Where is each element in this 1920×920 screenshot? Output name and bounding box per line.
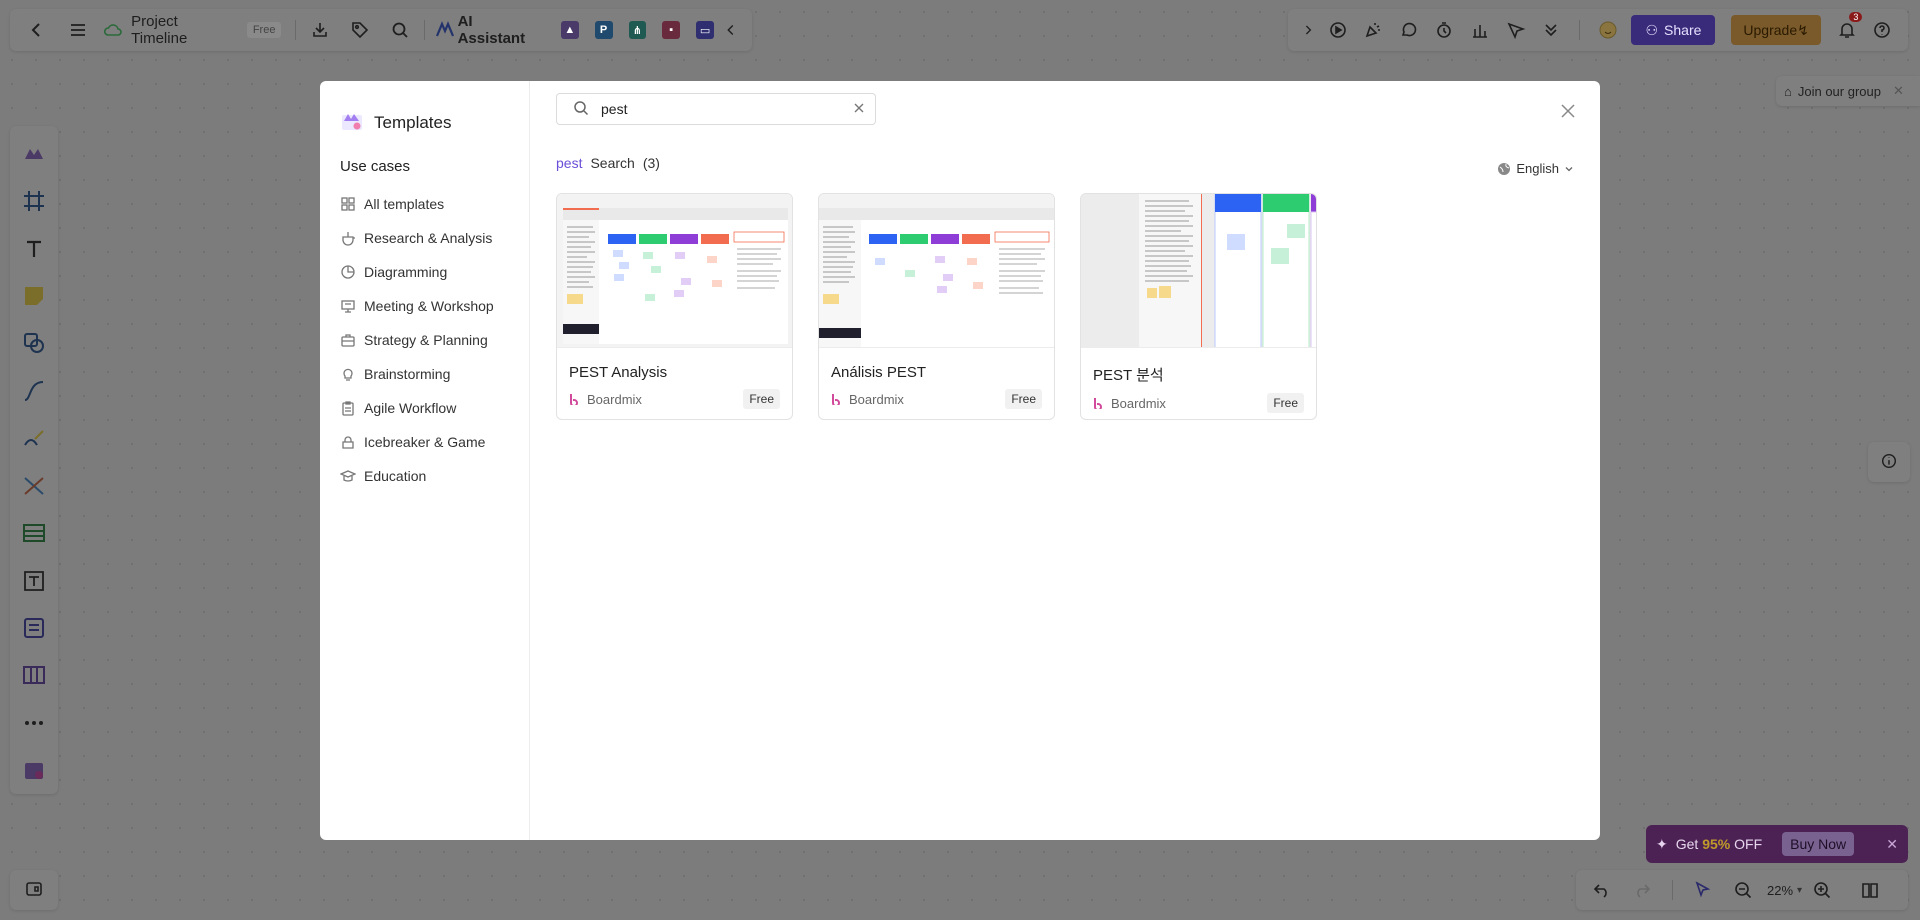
templates-modal: Templates Use cases All templates Resear…: [320, 81, 1600, 840]
modal-header: Templates: [340, 109, 529, 136]
template-meta: Boardmix Free: [1081, 385, 1316, 413]
category-research-analysis[interactable]: Research & Analysis: [340, 221, 529, 255]
category-agile-workflow[interactable]: Agile Workflow: [340, 391, 529, 425]
clipboard-icon: [342, 401, 354, 416]
template-thumbnail: [557, 194, 792, 348]
results-count: (3): [642, 155, 660, 171]
templates-logo-icon: [340, 109, 364, 136]
category-label: All templates: [364, 196, 445, 212]
price-badge: Free: [1005, 389, 1042, 409]
price-badge: Free: [1267, 393, 1304, 413]
category-strategy-planning[interactable]: Strategy & Planning: [340, 323, 529, 357]
category-meeting-workshop[interactable]: Meeting & Workshop: [340, 289, 529, 323]
lightbulb-icon: [343, 368, 353, 381]
modal-title: Templates: [374, 112, 452, 132]
templates-sidebar: Templates Use cases All templates Resear…: [320, 81, 530, 840]
template-card[interactable]: PEST Analysis Boardmix Free: [556, 193, 793, 420]
close-modal-button[interactable]: [1556, 99, 1580, 123]
category-label: Research & Analysis: [364, 230, 493, 246]
templates-results: pest Search (3) English: [530, 81, 1600, 840]
boardmix-logo-icon: [570, 394, 578, 405]
globe-icon: [1498, 162, 1511, 175]
template-thumbnail: [1081, 194, 1316, 348]
boardmix-logo-icon: [832, 394, 840, 405]
template-meta: Boardmix Free: [557, 381, 792, 409]
flask-icon: [342, 232, 355, 246]
template-search-input[interactable]: [601, 101, 841, 117]
template-title: Análisis PEST: [831, 364, 927, 381]
category-label: Strategy & Planning: [364, 332, 488, 348]
briefcase-icon: [341, 334, 355, 347]
results-query: pest: [556, 155, 583, 171]
category-icebreaker-game[interactable]: Icebreaker & Game: [340, 425, 529, 459]
language-label: English: [1516, 161, 1559, 176]
presentation-icon: [341, 300, 355, 313]
template-card[interactable]: PEST 분석 Boardmix Free: [1080, 193, 1317, 420]
close-icon: [1561, 104, 1575, 118]
results-header: pest Search (3): [556, 155, 1574, 171]
author-name: Boardmix: [587, 391, 642, 407]
category-label: Education: [364, 468, 427, 484]
template-search-box: [556, 93, 876, 125]
author-name: Boardmix: [1111, 395, 1166, 411]
results-label: Search: [590, 155, 635, 171]
category-label: Agile Workflow: [364, 400, 457, 416]
category-brainstorming[interactable]: Brainstorming: [340, 357, 529, 391]
template-cards: PEST Analysis Boardmix Free Análisis PES…: [556, 193, 1574, 420]
template-author: Boardmix: [831, 392, 904, 407]
category-all-templates[interactable]: All templates: [340, 187, 529, 221]
category-education[interactable]: Education: [340, 459, 529, 493]
graduation-icon: [340, 470, 356, 482]
price-badge: Free: [743, 389, 780, 409]
chevron-down-icon: [1565, 166, 1573, 171]
language-select[interactable]: English: [1497, 161, 1574, 176]
category-label: Icebreaker & Game: [364, 434, 486, 450]
template-author: Boardmix: [1093, 396, 1166, 411]
template-meta: Boardmix Free: [819, 381, 1054, 409]
template-author: Boardmix: [569, 392, 642, 407]
puzzle-icon: [342, 436, 354, 449]
boardmix-logo-icon: [1094, 398, 1102, 409]
template-card[interactable]: Análisis PEST Boardmix Free: [818, 193, 1055, 420]
category-label: Diagramming: [364, 264, 448, 280]
category-label: Meeting & Workshop: [364, 298, 494, 314]
clear-search-icon[interactable]: [853, 101, 865, 117]
template-title: PEST Analysis: [569, 364, 668, 381]
template-title: PEST 분석: [1093, 367, 1164, 384]
category-label: Brainstorming: [364, 366, 451, 382]
search-icon: [573, 100, 589, 119]
grid-icon: [341, 197, 355, 211]
author-name: Boardmix: [849, 391, 904, 407]
category-diagramming[interactable]: Diagramming: [340, 255, 529, 289]
pie-icon: [341, 265, 355, 279]
template-thumbnail: [819, 194, 1054, 348]
use-cases-heading: Use cases: [340, 158, 411, 175]
